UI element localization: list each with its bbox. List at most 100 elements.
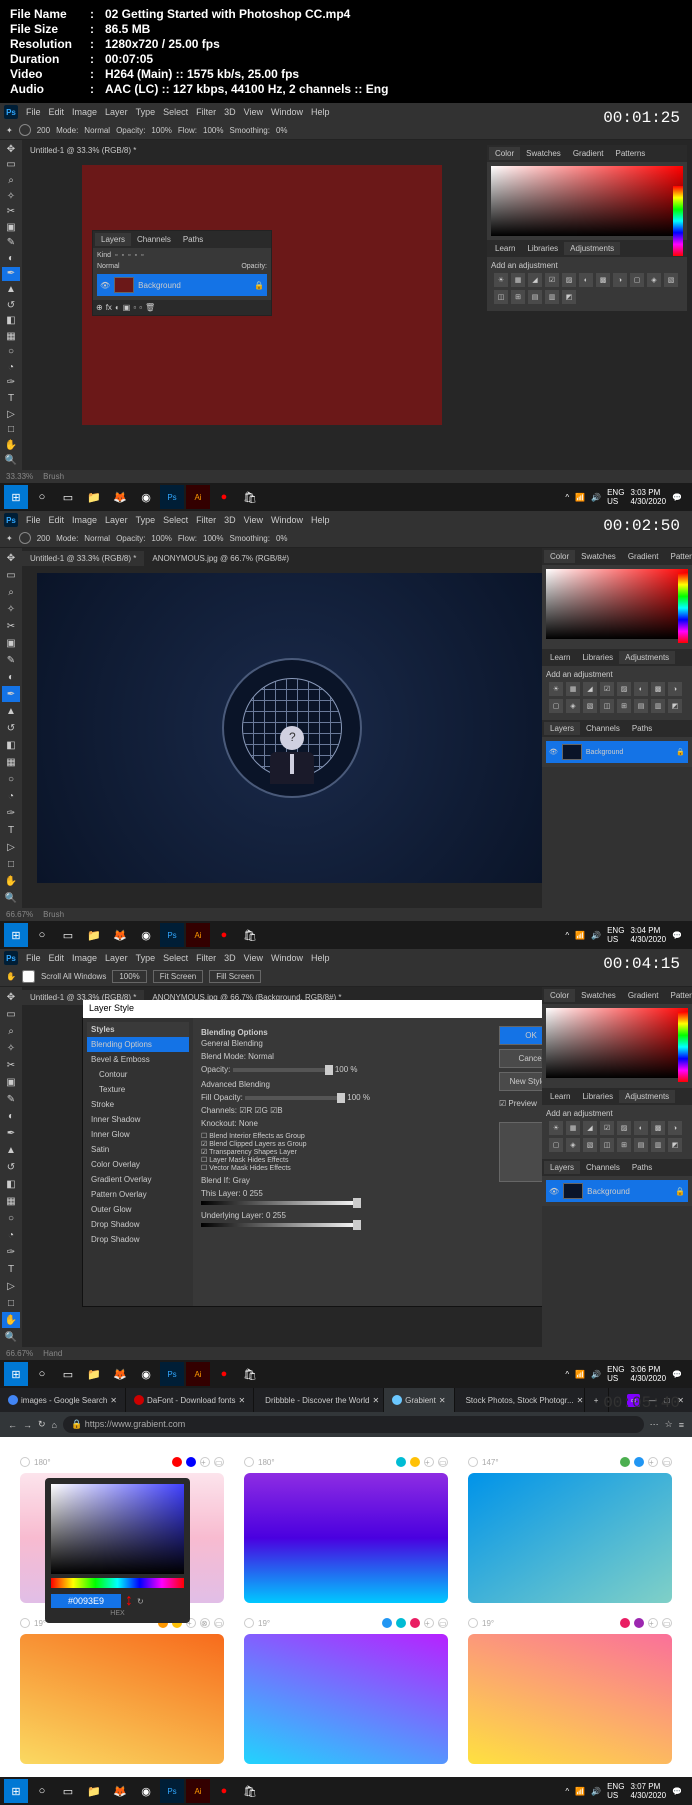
adjustment-icon[interactable]: ▧ bbox=[664, 273, 678, 287]
task-view-icon[interactable]: ▭ bbox=[56, 485, 80, 509]
menu-view[interactable]: View bbox=[244, 515, 263, 525]
tab-grabient[interactable]: Grabient✕ bbox=[384, 1388, 454, 1412]
channels-tab[interactable]: Channels bbox=[131, 233, 177, 246]
url-input[interactable]: 🔒 https://www.grabient.com bbox=[63, 1416, 644, 1433]
menu-edit[interactable]: Edit bbox=[49, 107, 65, 117]
back-button[interactable]: ← bbox=[8, 1420, 17, 1430]
color-picker[interactable] bbox=[491, 166, 683, 236]
menu-image[interactable]: Image bbox=[72, 515, 97, 525]
menu-window[interactable]: Window bbox=[271, 515, 303, 525]
adjustment-icon[interactable]: ⊞ bbox=[511, 290, 525, 304]
ls-texture[interactable]: Texture bbox=[87, 1082, 189, 1097]
language-indicator[interactable]: ENGUS bbox=[607, 488, 624, 506]
gradient-preview[interactable] bbox=[244, 1473, 448, 1603]
ls-bevel[interactable]: Bevel & Emboss bbox=[87, 1052, 189, 1067]
history-brush-tool[interactable]: ↺ bbox=[2, 298, 20, 313]
heal-tool[interactable]: ◐ bbox=[2, 251, 20, 266]
menu-select[interactable]: Select bbox=[163, 107, 188, 117]
gradient-preview[interactable] bbox=[468, 1473, 672, 1603]
mode-dropdown[interactable]: Normal bbox=[84, 126, 110, 135]
copy-icon[interactable]: ▭ bbox=[214, 1457, 224, 1467]
marquee-tool[interactable]: ▭ bbox=[2, 158, 20, 173]
ls-contour[interactable]: Contour bbox=[87, 1067, 189, 1082]
libraries-tab[interactable]: Libraries bbox=[521, 242, 564, 255]
stamp-tool[interactable]: ▲ bbox=[2, 703, 20, 719]
ls-gradient-overlay[interactable]: Gradient Overlay bbox=[87, 1172, 189, 1187]
hand-tool[interactable]: ✋ bbox=[2, 438, 20, 453]
document-tab-1[interactable]: Untitled-1 @ 33.3% (RGB/8) * bbox=[22, 551, 144, 566]
knockout-dropdown[interactable]: None bbox=[239, 1119, 258, 1128]
hue-slider[interactable] bbox=[673, 186, 683, 256]
adjustment-icon[interactable]: ▩ bbox=[596, 273, 610, 287]
store-icon[interactable]: 🛍 bbox=[238, 485, 262, 509]
adjustment-icon[interactable]: ◑ bbox=[613, 273, 627, 287]
hue-slider[interactable] bbox=[678, 573, 688, 643]
ls-pattern-overlay[interactable]: Pattern Overlay bbox=[87, 1187, 189, 1202]
adjustment-icon[interactable]: ▦ bbox=[511, 273, 525, 287]
add-stop-icon[interactable]: + bbox=[200, 1457, 210, 1467]
notifications-icon[interactable]: 💬 bbox=[672, 493, 682, 502]
this-layer-slider[interactable] bbox=[201, 1201, 361, 1205]
brush-preview-icon[interactable] bbox=[19, 124, 31, 136]
new-style-button[interactable]: New Style... bbox=[499, 1072, 542, 1091]
tab-stock[interactable]: Stock Photos, Stock Photogr...✕ bbox=[455, 1388, 585, 1412]
crop-tool[interactable]: ✂ bbox=[2, 204, 20, 219]
color-stop[interactable] bbox=[172, 1457, 182, 1467]
zoom-tool[interactable]: 🔍 bbox=[2, 454, 20, 469]
gradient-tab[interactable]: Gradient bbox=[567, 147, 610, 160]
gradient-tool[interactable]: ▦ bbox=[2, 754, 20, 770]
adjustment-icon[interactable]: ▥ bbox=[545, 290, 559, 304]
shape-tool[interactable]: □ bbox=[2, 422, 20, 437]
adjustment-icon[interactable]: ◫ bbox=[494, 290, 508, 304]
menu-layer[interactable]: Layer bbox=[105, 515, 128, 525]
adjustment-icon[interactable]: ◈ bbox=[647, 273, 661, 287]
crop-tool[interactable]: ✂ bbox=[2, 618, 20, 634]
brush-tool[interactable]: ✒ bbox=[2, 686, 20, 702]
eraser-tool[interactable]: ◧ bbox=[2, 313, 20, 328]
explorer-icon[interactable]: 📁 bbox=[82, 485, 106, 509]
ls-outer-glow[interactable]: Outer Glow bbox=[87, 1202, 189, 1217]
menu-view[interactable]: View bbox=[244, 107, 263, 117]
reload-button[interactable]: ↻ bbox=[38, 1419, 46, 1430]
underlying-layer-slider[interactable] bbox=[201, 1223, 361, 1227]
adjustments-tab[interactable]: Adjustments bbox=[564, 242, 620, 255]
adjustment-icon[interactable]: ☀ bbox=[494, 273, 508, 287]
menu-help[interactable]: Help bbox=[311, 107, 330, 117]
path-tool[interactable]: ▷ bbox=[2, 407, 20, 422]
cancel-button[interactable]: Cancel bbox=[499, 1049, 542, 1068]
color-field[interactable] bbox=[51, 1484, 184, 1574]
wand-tool[interactable]: ✧ bbox=[2, 601, 20, 617]
menu-filter[interactable]: Filter bbox=[196, 515, 216, 525]
move-tool[interactable]: ✥ bbox=[2, 142, 20, 157]
frame-tool[interactable]: ▣ bbox=[2, 220, 20, 235]
adjustment-icon[interactable]: ◩ bbox=[562, 290, 576, 304]
menu-3d[interactable]: 3D bbox=[224, 515, 236, 525]
home-button[interactable]: ⌂ bbox=[52, 1420, 57, 1430]
wifi-icon[interactable]: 📶 bbox=[575, 493, 585, 502]
flow-input[interactable]: 100% bbox=[203, 126, 223, 135]
menu-image[interactable]: Image bbox=[72, 107, 97, 117]
ls-satin[interactable]: Satin bbox=[87, 1142, 189, 1157]
eyedropper-tool[interactable]: ✎ bbox=[2, 652, 20, 668]
menu-select[interactable]: Select bbox=[163, 515, 188, 525]
clock[interactable]: 3:03 PM4/30/2020 bbox=[630, 488, 666, 506]
brush-tool[interactable]: ✒ bbox=[2, 267, 20, 282]
marquee-tool[interactable]: ▭ bbox=[2, 567, 20, 583]
opacity-slider[interactable] bbox=[233, 1068, 333, 1072]
firefox-icon[interactable]: 🦊 bbox=[108, 485, 132, 509]
pen-tool[interactable]: ✑ bbox=[2, 805, 20, 821]
volume-icon[interactable]: 🔊 bbox=[591, 493, 601, 502]
ls-stroke[interactable]: Stroke bbox=[87, 1097, 189, 1112]
layer-background[interactable]: 👁 Background 🔒 bbox=[97, 274, 267, 296]
ls-drop-shadow-2[interactable]: Drop Shadow bbox=[87, 1232, 189, 1247]
photoshop-taskbar-icon[interactable]: Ps bbox=[160, 485, 184, 509]
menu-edit[interactable]: Edit bbox=[49, 515, 65, 525]
menu-file[interactable]: File bbox=[26, 107, 41, 117]
dodge-tool[interactable]: ◔ bbox=[2, 788, 20, 804]
gradient-preview[interactable] bbox=[20, 1634, 224, 1764]
scroll-all-checkbox[interactable] bbox=[22, 970, 35, 983]
menu-help[interactable]: Help bbox=[311, 515, 330, 525]
blending-options-item[interactable]: Blending Options bbox=[87, 1037, 189, 1052]
blur-tool[interactable]: ○ bbox=[2, 771, 20, 787]
layer-background[interactable]: 👁Background🔒 bbox=[546, 741, 688, 763]
